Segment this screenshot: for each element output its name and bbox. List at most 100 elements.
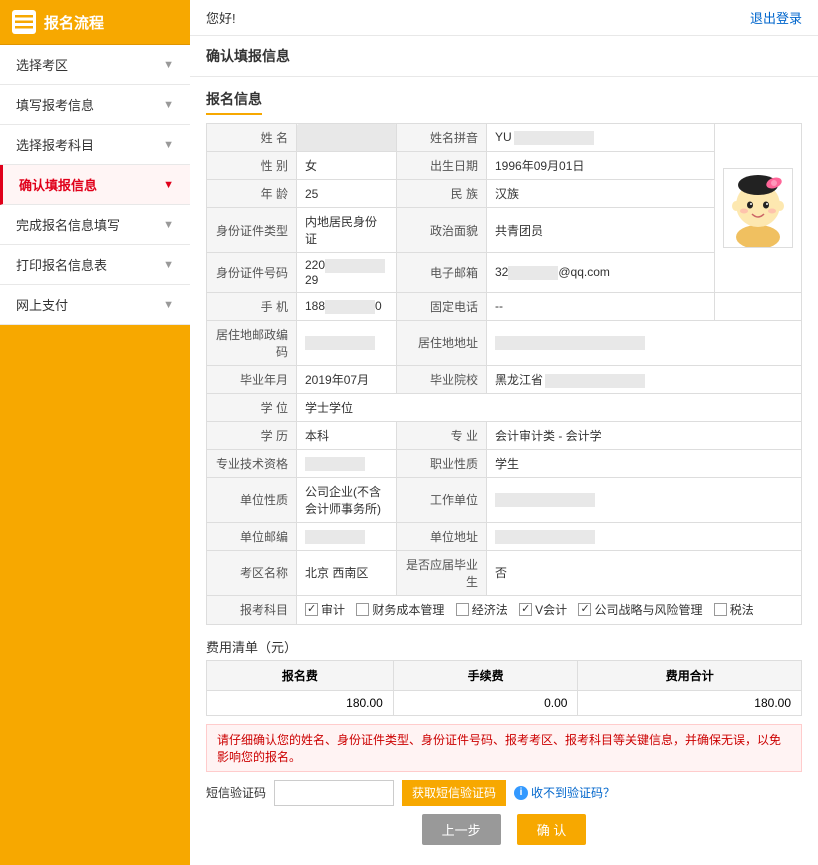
- grad-date-value: 2019年07月: [297, 365, 397, 393]
- birthday-value: 1996年09月01日: [487, 152, 715, 180]
- table-row: 性 别 女 出生日期 1996年09月01日: [207, 152, 802, 180]
- arrow-icon: ▼: [163, 219, 174, 231]
- fresh-grad-value: 否: [487, 550, 802, 595]
- grad-school-label: 毕业院校: [397, 365, 487, 393]
- action-row: 上一步 确 认: [206, 814, 802, 845]
- id-number-value: 22029: [297, 253, 397, 293]
- sidebar-item-step2[interactable]: 填写报考信息 ▼: [0, 85, 190, 125]
- address-value: [487, 320, 802, 365]
- gender-label: 性 别: [207, 152, 297, 180]
- subject-checkbox-strategy: ✓: [578, 603, 591, 616]
- arrow-icon: ▼: [163, 59, 174, 71]
- info-section-title: 报名信息: [206, 89, 262, 115]
- name-value: [297, 124, 397, 152]
- exam-area-label: 考区名称: [207, 550, 297, 595]
- table-row: 学 历 本科 专 业 会计审计类 - 会计学: [207, 421, 802, 449]
- landline-label: 固定电话: [397, 292, 487, 320]
- sms-label: 短信验证码: [206, 784, 266, 801]
- education-label: 学 历: [207, 421, 297, 449]
- arrow-icon: ▼: [163, 179, 174, 191]
- political-label: 政治面貌: [397, 208, 487, 253]
- sidebar-title: 报名流程: [44, 12, 104, 33]
- content-area: 报名信息 姓 名 姓名拼音 YU: [190, 77, 818, 865]
- table-row: 姓 名 姓名拼音 YU: [207, 124, 802, 152]
- sms-row: 短信验证码 获取短信验证码 i 收不到验证码？: [206, 780, 802, 806]
- table-row: 手 机 1880 固定电话 --: [207, 292, 802, 320]
- prev-button[interactable]: 上一步: [422, 814, 501, 845]
- sidebar-item-step1[interactable]: 选择考区 ▼: [0, 45, 190, 85]
- table-row: 学 位 学士学位: [207, 393, 802, 421]
- pinyin-label: 姓名拼音: [397, 124, 487, 152]
- landline-value: --: [487, 292, 715, 320]
- sidebar-step1-label: 选择考区: [16, 55, 68, 74]
- work-unit-label: 工作单位: [397, 477, 487, 522]
- confirm-button[interactable]: 确 认: [517, 814, 587, 845]
- arrow-icon: ▼: [163, 139, 174, 151]
- unit-address-label: 单位地址: [397, 522, 487, 550]
- table-row: 身份证件号码 22029 电子邮箱 32@qq.com: [207, 253, 802, 293]
- arrow-icon: ▼: [163, 299, 174, 311]
- table-row: 年 龄 25 民 族 汉族: [207, 180, 802, 208]
- warning-text: 请仔细确认您的姓名、身份证件类型、身份证件号码、报考考区、报考科目等关键信息，并…: [217, 733, 781, 764]
- phone-label: 手 机: [207, 292, 297, 320]
- age-label: 年 龄: [207, 180, 297, 208]
- info-icon: i: [514, 786, 528, 800]
- ethnicity-label: 民 族: [397, 180, 487, 208]
- education-value: 本科: [297, 421, 397, 449]
- major-label: 专 业: [397, 421, 487, 449]
- id-type-label: 身份证件类型: [207, 208, 297, 253]
- greeting-text: 您好!: [206, 8, 236, 27]
- get-sms-code-button[interactable]: 获取短信验证码: [402, 780, 506, 806]
- fresh-grad-label: 是否应届毕业生: [397, 550, 487, 595]
- subject-checkbox-audit: ✓: [305, 603, 318, 616]
- sidebar-step5-label: 完成报名信息填写: [16, 215, 120, 234]
- subject-item: ✓ 审计: [305, 601, 345, 618]
- phone-value: 1880: [297, 292, 397, 320]
- sidebar-item-step3[interactable]: 选择报考科目 ▼: [0, 125, 190, 165]
- subject-checkbox-econ: [456, 603, 469, 616]
- fee-data-row: 180.00 0.00 180.00: [207, 690, 802, 715]
- table-row: 单位邮编 单位地址: [207, 522, 802, 550]
- sidebar-item-step4[interactable]: 确认填报信息 ▼: [0, 165, 190, 205]
- id-type-value: 内地居民身份证: [297, 208, 397, 253]
- fee-col1-header: 报名费: [207, 660, 394, 690]
- registration-fee: 180.00: [207, 690, 394, 715]
- sidebar-item-step6[interactable]: 打印报名信息表 ▼: [0, 245, 190, 285]
- subject-item: ✓ V会计: [519, 601, 567, 618]
- sms-input[interactable]: [274, 780, 394, 806]
- sidebar-step6-label: 打印报名信息表: [16, 255, 107, 274]
- postcode-value: [297, 320, 397, 365]
- sidebar-step7-label: 网上支付: [16, 295, 68, 314]
- sidebar-item-step5[interactable]: 完成报名信息填写 ▼: [0, 205, 190, 245]
- main-content: 您好! 退出登录 确认填报信息 报名信息 姓 名 姓名拼音 YU: [190, 0, 818, 865]
- tech-title-label: 专业技术资格: [207, 449, 297, 477]
- service-fee: 0.00: [393, 690, 578, 715]
- fee-col2-header: 手续费: [393, 660, 578, 690]
- fee-section: 费用清单（元） 报名费 手续费 费用合计 180.00 0.00 180.00: [206, 637, 802, 716]
- postcode-label: 居住地邮政编码: [207, 320, 297, 365]
- unit-address-value: [487, 522, 802, 550]
- grad-date-label: 毕业年月: [207, 365, 297, 393]
- age-value: 25: [297, 180, 397, 208]
- unit-nature-label: 单位性质: [207, 477, 297, 522]
- subject-checkbox-accounting: ✓: [519, 603, 532, 616]
- major-value: 会计审计类 - 会计学: [487, 421, 802, 449]
- avatar-cell: [715, 124, 802, 293]
- work-unit-value: [487, 477, 802, 522]
- subject-item: 税法: [714, 601, 754, 618]
- info-table: 姓 名 姓名拼音 YU: [206, 123, 802, 625]
- address-label: 居住地地址: [397, 320, 487, 365]
- email-value: 32@qq.com: [487, 253, 715, 293]
- sidebar-header: 报名流程: [0, 0, 190, 45]
- sidebar-icon: [12, 10, 36, 34]
- sidebar-item-step7[interactable]: 网上支付 ▼: [0, 285, 190, 325]
- table-row: 身份证件类型 内地居民身份证 政治面貌 共青团员: [207, 208, 802, 253]
- unit-postcode-value: [297, 522, 397, 550]
- table-row: 单位性质 公司企业(不含会计师事务所) 工作单位: [207, 477, 802, 522]
- subject-item: ✓ 公司战略与风险管理: [578, 601, 702, 618]
- sms-help-link[interactable]: i 收不到验证码？: [514, 784, 615, 801]
- sidebar-steps: 选择考区 ▼ 填写报考信息 ▼ 选择报考科目 ▼ 确认填报信息 ▼ 完成报名信息…: [0, 45, 190, 325]
- subjects-label: 报考科目: [207, 595, 297, 624]
- pinyin-value: YU: [487, 124, 715, 152]
- logout-button[interactable]: 退出登录: [750, 8, 802, 27]
